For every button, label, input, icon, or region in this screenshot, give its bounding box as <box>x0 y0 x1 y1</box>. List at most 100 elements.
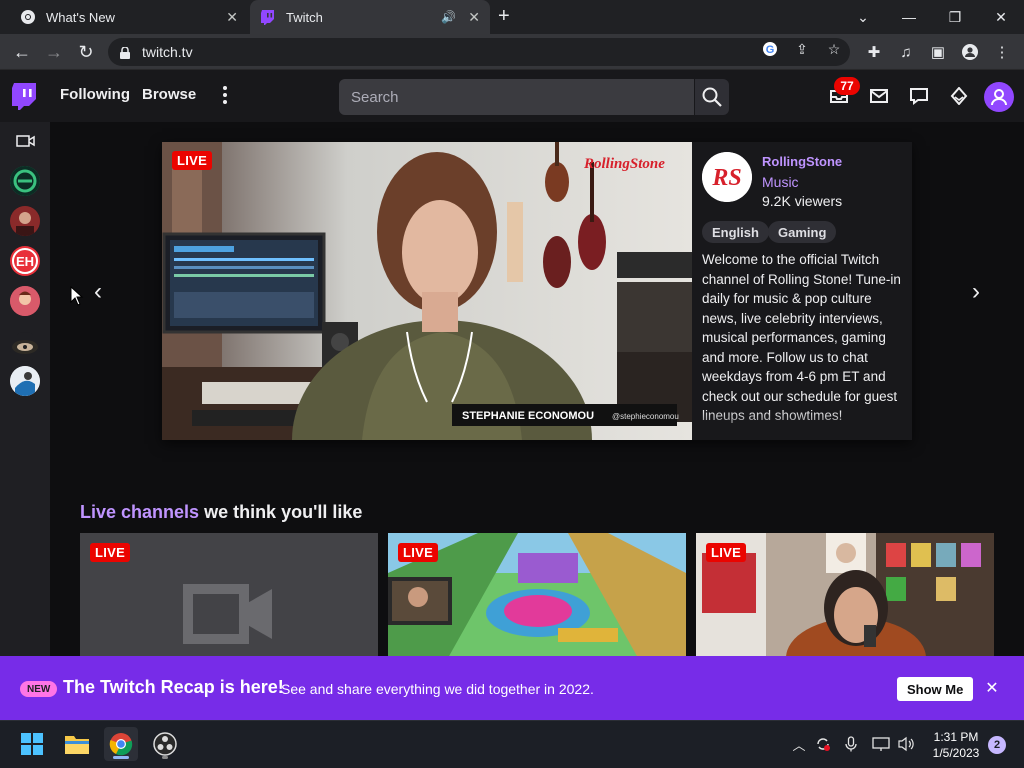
category-link[interactable]: Music <box>762 174 799 190</box>
stream-card[interactable]: LIVE <box>696 533 994 656</box>
search-button[interactable] <box>695 79 729 115</box>
bookmark-star-icon[interactable]: ☆ <box>825 40 843 58</box>
live-badge: LIVE <box>398 543 439 562</box>
featured-stream: STEPHANIE ECONOMOU @stephieconomou Rolli… <box>162 142 912 440</box>
chrome-taskbar-icon[interactable] <box>104 727 138 761</box>
live-badge: LIVE <box>172 151 213 170</box>
tab-whats-new[interactable]: What's New ✕ <box>8 0 248 34</box>
close-tab-icon[interactable]: ✕ <box>226 9 238 26</box>
restore-button[interactable]: ❐ <box>932 0 978 34</box>
featured-video-player[interactable]: STEPHANIE ECONOMOU @stephieconomou Rolli… <box>162 142 692 440</box>
viewer-count: 9.2K viewers <box>762 193 843 209</box>
channel-avatar[interactable]: EH <box>10 246 40 276</box>
browser-toolbar: ← → ↻ twitch.tv G ⇪ ☆ ✚ ♫ ▣ ⋮ <box>0 34 1024 70</box>
new-badge: NEW <box>20 681 58 697</box>
network-icon[interactable] <box>872 735 890 753</box>
video-overlay-name: STEPHANIE ECONOMOU <box>462 410 594 422</box>
back-icon[interactable]: ← <box>10 40 34 64</box>
tab-twitch[interactable]: Twitch 🔊 ✕ <box>250 0 490 34</box>
mouse-cursor-icon <box>70 285 84 306</box>
video-camera-icon[interactable] <box>16 134 36 148</box>
tag-english[interactable]: English <box>702 221 769 243</box>
close-icon[interactable]: ✕ <box>984 678 1000 698</box>
stream-card[interactable]: LIVE <box>80 533 378 656</box>
speaker-icon[interactable]: 🔊 <box>441 10 456 24</box>
close-window-button[interactable]: ✕ <box>978 0 1024 34</box>
notification-center-badge[interactable]: 2 <box>988 736 1006 754</box>
channel-avatar-text: RS <box>711 165 741 191</box>
section-title-rest: we think you'll like <box>199 502 363 522</box>
live-badge: LIVE <box>90 543 131 562</box>
bits-icon[interactable] <box>947 85 971 107</box>
search-input[interactable] <box>339 79 694 115</box>
channel-avatar[interactable] <box>10 286 40 316</box>
channel-avatar[interactable] <box>10 332 40 362</box>
browser-tab-bar: What's New ✕ Twitch 🔊 ✕ + ⌄ — ❐ ✕ <box>0 0 1024 34</box>
svg-text:G: G <box>766 44 775 56</box>
channel-avatar[interactable]: RS <box>702 152 752 202</box>
section-title: Live channels we think you'll like <box>80 502 362 523</box>
tab-search-icon[interactable]: ⌄ <box>840 0 886 34</box>
profile-icon[interactable] <box>960 42 980 62</box>
running-app-indicator <box>162 756 168 759</box>
active-app-indicator <box>113 756 129 759</box>
inbox-icon[interactable] <box>867 85 891 107</box>
clock-time: 1:31 PM <box>933 730 979 744</box>
carousel-prev-icon[interactable]: ‹ <box>88 278 108 305</box>
recap-promo-banner: NEW The Twitch Recap is here! See and sh… <box>0 656 1024 720</box>
following-link[interactable]: Following <box>60 86 130 103</box>
video-watermark: RollingStone <box>583 156 665 172</box>
lock-icon <box>120 46 130 59</box>
show-me-button[interactable]: Show Me <box>897 677 974 701</box>
search-icon <box>702 87 722 107</box>
close-tab-icon[interactable]: ✕ <box>468 9 480 26</box>
tab-title: What's New <box>46 9 115 25</box>
description-fade <box>692 410 912 440</box>
share-icon[interactable]: ⇪ <box>793 40 811 58</box>
twitch-logo-icon[interactable] <box>12 83 38 111</box>
volume-icon[interactable] <box>898 735 916 753</box>
video-overlay-handle: @stephieconomou <box>612 412 679 421</box>
minimize-button[interactable]: — <box>886 0 932 34</box>
whispers-icon[interactable] <box>907 85 931 107</box>
more-options-icon[interactable] <box>218 84 232 106</box>
channel-avatar[interactable] <box>10 366 40 396</box>
channel-avatar[interactable] <box>10 206 40 236</box>
browse-link[interactable]: Browse <box>142 86 196 103</box>
channel-avatar-text: EH <box>12 248 38 274</box>
followed-channels-sidebar: EH <box>0 122 50 656</box>
file-explorer-icon[interactable] <box>60 727 94 761</box>
new-tab-button[interactable]: + <box>498 6 510 26</box>
stream-card[interactable]: LIVE <box>388 533 686 656</box>
main-content: ‹ › STEPHANIE ECONOMOU @stephieconomou R… <box>50 122 1024 656</box>
tag-gaming[interactable]: Gaming <box>768 221 837 243</box>
user-avatar[interactable] <box>984 82 1014 112</box>
obs-icon[interactable] <box>148 727 182 761</box>
windows-start-icon[interactable] <box>15 727 49 761</box>
promo-subtitle: See and share everything we did together… <box>281 681 594 697</box>
promo-title: The Twitch Recap is here! <box>63 677 284 697</box>
section-title-highlight[interactable]: Live channels <box>80 502 199 522</box>
microphone-icon[interactable] <box>842 735 860 753</box>
chrome-icon <box>20 9 36 25</box>
channel-name-link[interactable]: RollingStone <box>762 154 842 169</box>
address-bar[interactable]: twitch.tv <box>108 38 850 66</box>
show-hidden-icons[interactable]: ︿ <box>790 735 808 753</box>
google-lens-icon[interactable]: G <box>761 40 779 58</box>
live-badge: LIVE <box>706 543 747 562</box>
chrome-menu-icon[interactable]: ⋮ <box>992 42 1012 62</box>
reload-icon[interactable]: ↻ <box>74 40 98 64</box>
channel-description: Welcome to the official Twitch channel o… <box>702 252 901 423</box>
sync-icon[interactable] <box>814 735 832 753</box>
media-control-icon[interactable]: ♫ <box>896 42 916 62</box>
featured-stream-info: RS RollingStone Music 9.2K viewers Engli… <box>692 142 912 440</box>
extensions-icon[interactable]: ✚ <box>864 42 884 62</box>
channel-avatar[interactable] <box>10 166 40 196</box>
forward-icon[interactable]: → <box>42 40 66 64</box>
windows-taskbar: ︿ 1:31 PM 1/5/2023 <box>0 720 1024 768</box>
side-panel-icon[interactable]: ▣ <box>928 42 948 62</box>
tab-title: Twitch <box>286 9 323 25</box>
url-text: twitch.tv <box>142 44 193 60</box>
carousel-next-icon[interactable]: › <box>966 278 986 305</box>
system-clock[interactable]: 1:31 PM 1/5/2023 <box>928 729 984 761</box>
